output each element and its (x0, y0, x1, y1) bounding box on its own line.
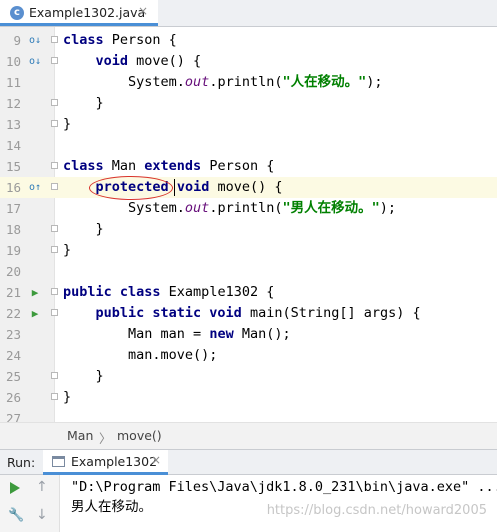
breadcrumb-method[interactable]: move() (117, 428, 162, 443)
code-text: } (63, 116, 72, 132)
line-number: 19 (5, 243, 21, 258)
code-text: class Person { (63, 32, 177, 48)
code-editor[interactable]: 9 o↓ class Person { 10 o↓ void move() { 11 Sy… (0, 27, 497, 426)
line-number: 24 (5, 348, 21, 363)
fold-marker-icon[interactable] (51, 93, 60, 114)
text-caret (174, 179, 175, 196)
code-line[interactable]: 9 o↓ class Person { (0, 30, 497, 51)
code-line[interactable]: 19} (0, 240, 497, 261)
close-icon[interactable]: × (151, 453, 161, 467)
code-line[interactable]: 10 o↓ void move() { (0, 51, 497, 72)
line-number: 25 (5, 369, 21, 384)
fold-marker-icon[interactable] (51, 30, 60, 51)
line-number: 14 (5, 138, 21, 153)
code-text: } (63, 389, 72, 405)
console-command-line: "D:\Program Files\Java\jdk1.8.0_231\bin\… (71, 479, 497, 495)
code-line[interactable]: 15 class Man extends Person { (0, 156, 497, 177)
code-text: } (63, 221, 104, 237)
line-number: 18 (5, 222, 21, 237)
fold-marker-icon[interactable] (51, 240, 60, 261)
code-text: System.out.println("人在移动。"); (63, 74, 383, 90)
console-icon (52, 456, 65, 467)
editor-tab-label: Example1302.java (29, 5, 146, 20)
rerun-icon[interactable] (10, 482, 20, 494)
line-number: 22 (5, 306, 21, 321)
breadcrumb-separator: 〉 (99, 431, 112, 446)
fold-marker-icon[interactable] (51, 366, 60, 387)
line-number: 11 (5, 75, 21, 90)
arrow-down-icon[interactable]: ↓ (36, 507, 48, 523)
code-line[interactable]: 14 (0, 135, 497, 156)
line-number: 17 (5, 201, 21, 216)
console-toolbar: ↑ 🔧 ↓ (0, 475, 60, 532)
code-text: System.out.println("男人在移动。"); (63, 200, 396, 216)
code-text: } (63, 242, 72, 258)
run-tab-label: Example1302 (71, 454, 158, 469)
code-text: } (63, 95, 104, 111)
code-text: public class Example1302 { (63, 284, 275, 300)
annotation-circle (89, 176, 173, 200)
fold-marker-icon[interactable] (51, 387, 60, 408)
code-line[interactable]: 18 } (0, 219, 497, 240)
run-icon[interactable]: ▶ (28, 303, 42, 324)
arrow-up-icon[interactable]: ↑ (36, 479, 48, 495)
code-text: void move() { (95, 53, 202, 69)
breadcrumb: Man 〉 move() (0, 422, 497, 449)
code-line[interactable]: 21 ▶ public class Example1302 { (0, 282, 497, 303)
implemented-override-icon[interactable]: o↓ (28, 51, 42, 72)
console-panel: ↑ 🔧 ↓ "D:\Program Files\Java\jdk1.8.0_23… (0, 475, 497, 532)
fold-marker-icon[interactable] (51, 156, 60, 177)
run-tool-window-header: Run: Example1302 × (0, 449, 497, 475)
code-text: class Man extends Person { (63, 158, 275, 174)
editor-tab-bar: c Example1302.java × (0, 0, 497, 27)
overrides-icon[interactable]: o↑ (28, 177, 42, 198)
breadcrumb-class[interactable]: Man (67, 428, 93, 443)
watermark: https://blog.csdn.net/howard2005 (266, 503, 487, 518)
editor-tab-example1302[interactable]: c Example1302.java × (0, 0, 158, 26)
fold-marker-icon[interactable] (51, 303, 60, 324)
code-text: } (63, 368, 104, 384)
console-output-line: 男人在移动。 (71, 499, 152, 515)
code-line[interactable]: 25 } (0, 366, 497, 387)
code-line[interactable]: 20 (0, 261, 497, 282)
code-text: man.move(); (63, 347, 218, 363)
line-number: 23 (5, 327, 21, 342)
line-number: 16 (5, 180, 21, 195)
code-text: Man man = new Man(); (63, 326, 291, 342)
line-number: 9 (13, 33, 21, 48)
code-line[interactable]: 24 man.move(); (0, 345, 497, 366)
fold-marker-icon[interactable] (51, 177, 60, 198)
line-number: 15 (5, 159, 21, 174)
line-number: 20 (5, 264, 21, 279)
code-line[interactable]: 17 System.out.println("男人在移动。"); (0, 198, 497, 219)
run-icon[interactable]: ▶ (28, 282, 42, 303)
code-line[interactable]: 26} (0, 387, 497, 408)
code-line[interactable]: 12 } (0, 93, 497, 114)
code-line[interactable]: 11 System.out.println("人在移动。"); (0, 72, 497, 93)
line-number: 13 (5, 117, 21, 132)
code-line[interactable]: 23 Man man = new Man(); (0, 324, 497, 345)
fold-marker-icon[interactable] (51, 219, 60, 240)
fold-marker-icon[interactable] (51, 282, 60, 303)
code-line[interactable]: 16 o↑ protected void move() { (0, 177, 497, 198)
wrench-icon[interactable]: 🔧 (8, 508, 24, 523)
line-number: 12 (5, 96, 21, 111)
fold-marker-icon[interactable] (51, 51, 60, 72)
fold-marker-icon[interactable] (51, 114, 60, 135)
close-icon[interactable]: × (138, 4, 148, 18)
code-text: public static void main(String[] args) { (95, 305, 421, 321)
run-label: Run: (7, 455, 36, 470)
code-line[interactable]: 22 ▶ public static void main(String[] arg… (0, 303, 497, 324)
line-number: 26 (5, 390, 21, 405)
java-class-icon: c (10, 6, 24, 20)
code-line[interactable]: 13} (0, 114, 497, 135)
line-number: 21 (5, 285, 21, 300)
run-tab-example1302[interactable]: Example1302 × (43, 450, 168, 475)
implemented-override-icon[interactable]: o↓ (28, 30, 42, 51)
line-number: 10 (5, 54, 21, 69)
